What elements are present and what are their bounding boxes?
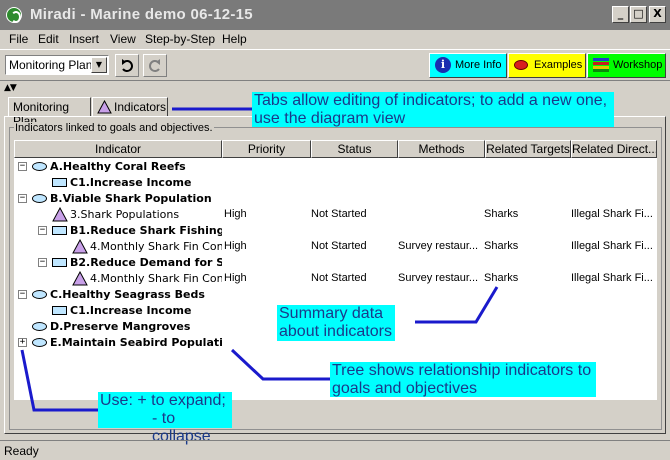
callout-summary-line1: Summary data xyxy=(279,305,384,322)
callout-summary: Summary data about indicators xyxy=(277,305,395,341)
callout-expand-line1: Use: + to expand; xyxy=(100,392,226,409)
callout-tabs-line1: Tabs allow editing of indicators; to add… xyxy=(254,92,608,109)
callout-tabs: Tabs allow editing of indicators; to add… xyxy=(252,92,614,127)
callout-tree-line2: goals and objectives xyxy=(332,380,477,397)
status-text: Ready xyxy=(4,444,39,458)
callout-tabs-line2: use the diagram view xyxy=(254,110,406,127)
status-bar: Ready xyxy=(0,440,670,460)
callout-expand: Use: + to expand; - to collapse xyxy=(98,392,232,445)
callout-summary-line2: about indicators xyxy=(279,323,392,340)
callout-tree: Tree shows relationship indicators to go… xyxy=(330,362,596,397)
callout-tree-line1: Tree shows relationship indicators to xyxy=(332,362,592,379)
